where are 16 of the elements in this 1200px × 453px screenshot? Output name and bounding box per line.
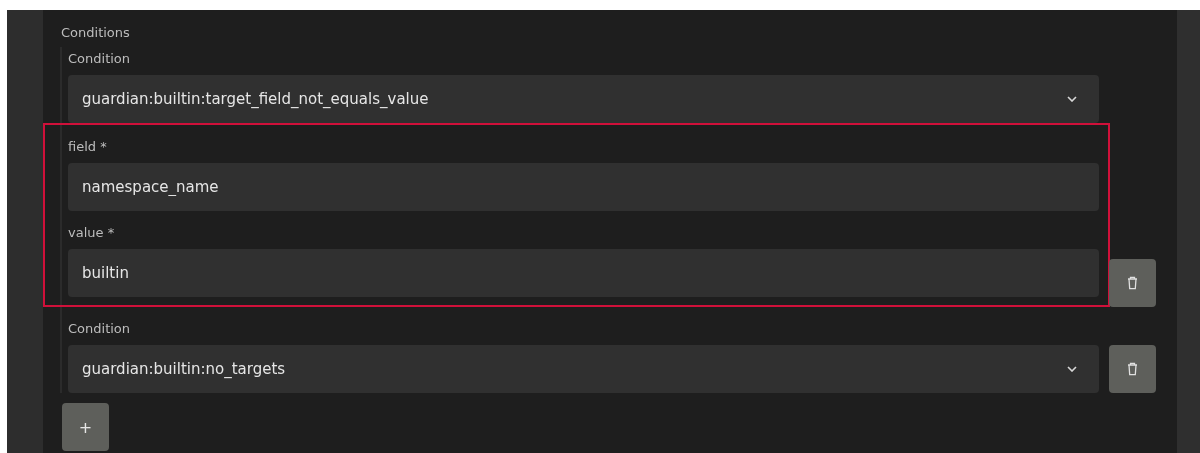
delete-button[interactable]: [1109, 259, 1156, 307]
field-label: value *: [68, 224, 116, 242]
field-label: field *: [68, 138, 108, 156]
condition-dropdown[interactable]: guardian:builtin:target_field_not_equals_value: [68, 75, 1099, 123]
trash-icon: [1127, 362, 1138, 376]
delete-button[interactable]: [1109, 345, 1156, 393]
chevron-down-icon: [1067, 366, 1077, 372]
add-button[interactable]: +: [62, 403, 109, 451]
condition-dropdown[interactable]: guardian:builtin:no_targets: [68, 345, 1099, 393]
field-label: Condition: [68, 320, 132, 338]
chevron-down-icon: [1067, 96, 1077, 102]
input-field[interactable]: namespace_name: [68, 163, 1099, 211]
input-field[interactable]: builtin: [68, 249, 1099, 297]
field-label: Condition: [68, 50, 132, 68]
trash-icon: [1127, 276, 1138, 290]
section-title: Conditions: [61, 24, 131, 42]
